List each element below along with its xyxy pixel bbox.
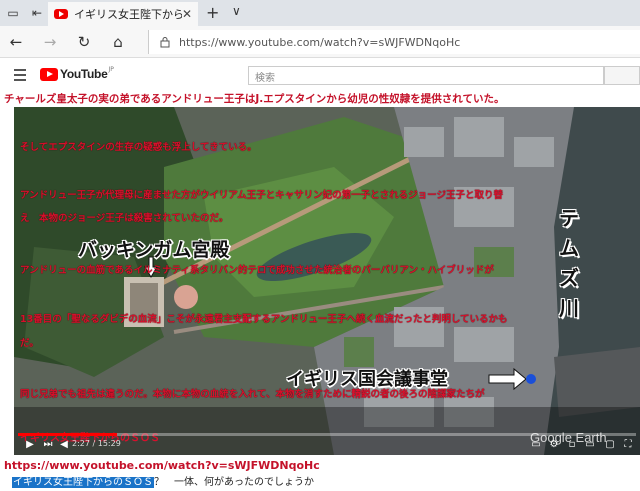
refresh-button[interactable]: ↻ xyxy=(74,32,94,52)
youtube-logo[interactable]: YouTube JP xyxy=(40,65,114,81)
next-icon[interactable]: ⏭ xyxy=(42,439,54,451)
forward-button[interactable]: → xyxy=(40,32,60,52)
browser-tab[interactable]: イギリス女王陛下からのＳ ✕ xyxy=(48,2,198,26)
youtube-favicon-icon xyxy=(54,9,68,19)
time-display: 2:27 / 15:29 xyxy=(72,439,121,448)
overlay-line: 13番目の「聖なるダビデの血流」こそが永遠君主支配するアンドリュー王子へ続く血流… xyxy=(20,314,508,325)
address-url: https://www.youtube.com/watch?v=sWJFWDNq… xyxy=(179,35,461,49)
tab-title: イギリス女王陛下からのＳ xyxy=(74,8,182,21)
overlay-line: アンドリュー王子が代理母に産ませた方がウイリアム王子とキャサリン妃の第一子とされ… xyxy=(20,190,503,201)
fullscreen-icon[interactable]: ⛶ xyxy=(622,439,634,451)
progress-bar[interactable] xyxy=(18,433,636,436)
palace-label: バッキンガム宮殿 xyxy=(78,239,230,261)
lock-icon xyxy=(160,37,170,48)
tab-list-chevron-icon[interactable]: ∨ xyxy=(232,4,241,18)
play-icon[interactable]: ▶ xyxy=(24,439,36,451)
home-button[interactable]: ⌂ xyxy=(108,32,128,52)
cast-icon[interactable]: ▢ xyxy=(604,439,616,451)
browser-navbar: ← → ↻ ⌂ https://www.youtube.com/watch?v=… xyxy=(0,26,640,58)
search-button[interactable] xyxy=(604,66,640,85)
new-tab-button[interactable]: + xyxy=(206,3,219,22)
overlay-line: え 本物のジョージ王子は殺害されていたのだ。 xyxy=(20,213,229,224)
overlay-line: そしてエプスタインの生存の疑惑も浮上してきている。 xyxy=(20,142,257,153)
footer-url[interactable]: https://www.youtube.com/watch?v=sWJFWDNq… xyxy=(4,459,320,472)
footer-text: イギリス女王陛下からのＳＯＳ？ 一体、何があったのでしょうか xyxy=(12,473,314,488)
parliament-label: イギリス国会議事堂 xyxy=(286,369,448,390)
tab-manager-icon[interactable]: ▭ xyxy=(2,2,24,24)
overlay-line: アンドリューの血筋であるイルミナティ系タリバン的テロで成功させた統治者のバーバリ… xyxy=(20,265,494,276)
logo-text: YouTube xyxy=(60,67,108,81)
theater-icon[interactable]: ▭ xyxy=(584,439,596,451)
thames-label: テムズ川 xyxy=(559,206,579,320)
headline-text: チャールズ皇太子の実の弟であるアンドリュー王子はJ.エプスタインから幼児の性奴隷… xyxy=(4,93,505,105)
menu-icon[interactable] xyxy=(14,69,26,84)
back-button[interactable]: ← xyxy=(6,32,26,52)
subtitles-icon[interactable]: ▭ xyxy=(530,439,542,451)
address-bar[interactable]: https://www.youtube.com/watch?v=sWJFWDNq… xyxy=(148,30,640,54)
logo-region: JP xyxy=(108,65,114,73)
overlay-line: だ。 xyxy=(20,338,39,349)
footer-rest-text: ？ 一体、何があったのでしょうか xyxy=(154,477,314,488)
volume-icon[interactable]: ◀ xyxy=(58,439,70,451)
miniplayer-icon[interactable]: ▫ xyxy=(566,439,578,451)
search-input[interactable]: 検索 xyxy=(248,66,604,85)
aerial-map-image xyxy=(14,107,640,455)
selected-text: イギリス女王陛下からのＳＯＳ xyxy=(12,477,154,488)
player-controls: ▶ ⏭ ◀ 2:27 / 15:29 ▭ ⚙ ▫ ▭ ▢ ⛶ xyxy=(14,437,640,455)
settings-icon[interactable]: ⚙ xyxy=(548,439,560,451)
youtube-play-icon xyxy=(40,67,58,81)
progress-fill xyxy=(18,433,117,436)
close-tab-icon[interactable]: ✕ xyxy=(182,7,192,21)
tab-back-icon[interactable]: ⇤ xyxy=(26,2,48,24)
video-player[interactable]: そしてエプスタインの生存の疑惑も浮上してきている。 アンドリュー王子が代理母に産… xyxy=(14,107,640,455)
youtube-header: YouTube JP 検索 xyxy=(0,58,640,92)
